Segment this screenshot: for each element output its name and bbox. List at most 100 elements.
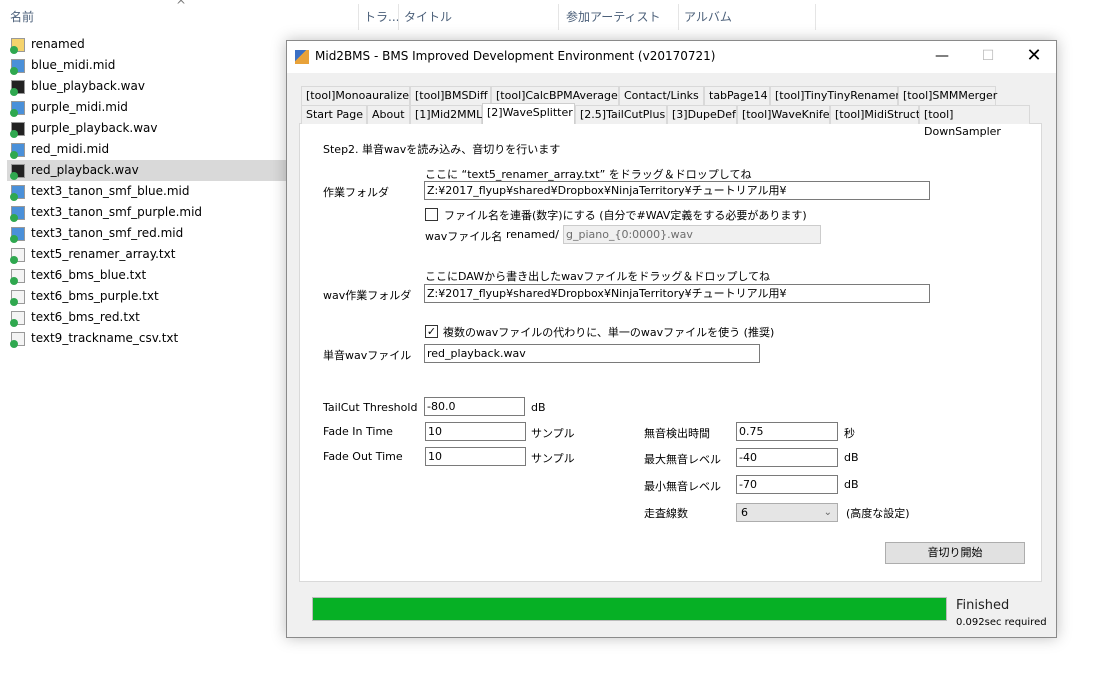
file-name: red_playback.wav	[31, 163, 139, 177]
txt-file-icon	[10, 332, 25, 348]
file-row[interactable]: text3_tanon_smf_purple.mid	[7, 202, 287, 223]
minimize-button[interactable]: —	[927, 43, 957, 71]
column-divider[interactable]	[398, 4, 399, 30]
tab[interactable]: Contact/Links	[619, 86, 704, 105]
column-artist[interactable]: 参加アーティスト	[566, 8, 661, 25]
file-name: blue_midi.mid	[31, 58, 116, 72]
file-name: blue_playback.wav	[31, 79, 145, 93]
serial-name-checkbox[interactable]	[425, 208, 438, 221]
folder-file-icon	[10, 38, 25, 54]
tab[interactable]: [tool]MidiStruct	[830, 105, 920, 124]
max-silence-input[interactable]: -40	[736, 448, 838, 467]
wav-folder-input[interactable]: Z:¥2017_flyup¥shared¥Dropbox¥NinjaTerrit…	[424, 284, 930, 303]
file-row[interactable]: text6_bms_red.txt	[7, 307, 287, 328]
sync-check-icon	[10, 193, 18, 201]
file-row[interactable]: text3_tanon_smf_blue.mid	[7, 181, 287, 202]
midi-file-icon	[10, 227, 25, 243]
tailcut-label: TailCut Threshold	[323, 401, 418, 414]
file-row[interactable]: text3_tanon_smf_red.mid	[7, 223, 287, 244]
column-title[interactable]: タイトル	[404, 8, 452, 25]
column-divider[interactable]	[678, 4, 679, 30]
elapsed-time: 0.092sec required	[956, 617, 1047, 628]
column-divider[interactable]	[815, 4, 816, 30]
close-button[interactable]: ✕	[1019, 43, 1049, 71]
column-divider[interactable]	[558, 4, 559, 30]
fadeout-unit: サンプル	[531, 452, 575, 465]
sync-check-icon	[10, 67, 18, 75]
wavesplitter-panel: Step2. 単音wavを読み込み、音切りを行います ここに “text5_re…	[299, 123, 1042, 582]
txt-file-icon	[10, 290, 25, 306]
tailcut-input[interactable]: -80.0	[424, 397, 525, 416]
tab[interactable]: [2.5]TailCutPlus	[575, 105, 667, 124]
app-icon	[295, 50, 309, 64]
status-text: Finished	[956, 598, 1010, 613]
window-title: Mid2BMS - BMS Improved Development Envir…	[315, 49, 716, 63]
column-name[interactable]: 名前	[10, 8, 34, 25]
sync-check-icon	[10, 277, 18, 285]
progress-fill	[313, 598, 946, 620]
max-silence-label: 最大無音レベル	[644, 453, 721, 466]
scanlines-value: 6	[741, 506, 748, 519]
file-row[interactable]: red_midi.mid	[7, 139, 287, 160]
single-wav-checkbox[interactable]: ✓	[425, 325, 438, 338]
tab[interactable]: [2]WaveSplitter	[482, 103, 575, 124]
progress-bar	[312, 597, 947, 621]
file-row[interactable]: purple_midi.mid	[7, 97, 287, 118]
scanlines-note: (高度な設定)	[846, 507, 910, 520]
tab[interactable]: [tool] DownSampler	[919, 105, 1030, 138]
fadein-input[interactable]: 10	[425, 422, 526, 441]
fadeout-input[interactable]: 10	[425, 447, 526, 466]
fadein-label: Fade In Time	[323, 425, 393, 438]
chevron-down-icon: ⌄	[823, 507, 832, 518]
sync-check-icon	[10, 130, 18, 138]
file-row[interactable]: blue_midi.mid	[7, 55, 287, 76]
work-folder-input[interactable]: Z:¥2017_flyup¥shared¥Dropbox¥NinjaTerrit…	[424, 181, 930, 200]
column-divider[interactable]	[358, 4, 359, 30]
silence-time-input[interactable]: 0.75	[736, 422, 838, 441]
silence-time-unit: 秒	[844, 427, 855, 440]
tab[interactable]: [tool]BMSDiff	[410, 86, 491, 105]
sync-check-icon	[10, 214, 18, 222]
tab[interactable]: [3]DupeDef	[667, 105, 737, 124]
wav-name-prefix: renamed/	[506, 228, 559, 241]
tab[interactable]: [tool]SMMMerger	[898, 86, 997, 105]
tailcut-unit: dB	[531, 401, 546, 414]
file-name: text6_bms_blue.txt	[31, 268, 147, 282]
tab[interactable]: Start Page	[301, 105, 367, 124]
tab[interactable]: tabPage14	[704, 86, 770, 105]
wav-file-icon	[10, 122, 25, 138]
title-bar[interactable]: Mid2BMS - BMS Improved Development Envir…	[287, 41, 1056, 73]
file-name: renamed	[31, 37, 85, 51]
tab[interactable]: About	[367, 105, 410, 124]
start-split-button[interactable]: 音切り開始	[885, 542, 1025, 564]
wav-name-input[interactable]: g_piano_{0:0000}.wav	[563, 225, 821, 244]
scanlines-select[interactable]: 6 ⌄	[736, 503, 838, 522]
single-wav-checkbox-label: 複数のwavファイルの代わりに、単一のwavファイルを使う (推奨)	[443, 326, 775, 339]
file-name: text6_bms_purple.txt	[31, 289, 159, 303]
sync-check-icon	[10, 298, 18, 306]
file-row[interactable]: red_playback.wav	[7, 160, 287, 181]
single-wav-input[interactable]: red_playback.wav	[424, 344, 760, 363]
file-row[interactable]: blue_playback.wav	[7, 76, 287, 97]
file-row[interactable]: text6_bms_purple.txt	[7, 286, 287, 307]
min-silence-input[interactable]: -70	[736, 475, 838, 494]
txt-file-icon	[10, 248, 25, 264]
wav-file-icon	[10, 80, 25, 96]
file-row[interactable]: renamed	[7, 34, 287, 55]
column-track[interactable]: トラ...	[364, 8, 399, 25]
file-row[interactable]: text9_trackname_csv.txt	[7, 328, 287, 349]
min-silence-label: 最小無音レベル	[644, 480, 721, 493]
tab[interactable]: [1]Mid2MML	[410, 105, 482, 124]
tab[interactable]: [tool]Monoauralizer	[301, 86, 414, 105]
tab[interactable]: [tool]WaveKnife	[737, 105, 830, 124]
file-row[interactable]: purple_playback.wav	[7, 118, 287, 139]
file-row[interactable]: text6_bms_blue.txt	[7, 265, 287, 286]
column-album[interactable]: アルバム	[684, 8, 732, 25]
maximize-button[interactable]: ☐	[973, 43, 1003, 71]
sync-check-icon	[10, 319, 18, 327]
tab[interactable]: [tool]TinyTinyRenamer	[770, 86, 900, 105]
file-name: red_midi.mid	[31, 142, 110, 156]
txt-file-icon	[10, 269, 25, 285]
file-row[interactable]: text5_renamer_array.txt	[7, 244, 287, 265]
max-silence-unit: dB	[844, 451, 859, 464]
